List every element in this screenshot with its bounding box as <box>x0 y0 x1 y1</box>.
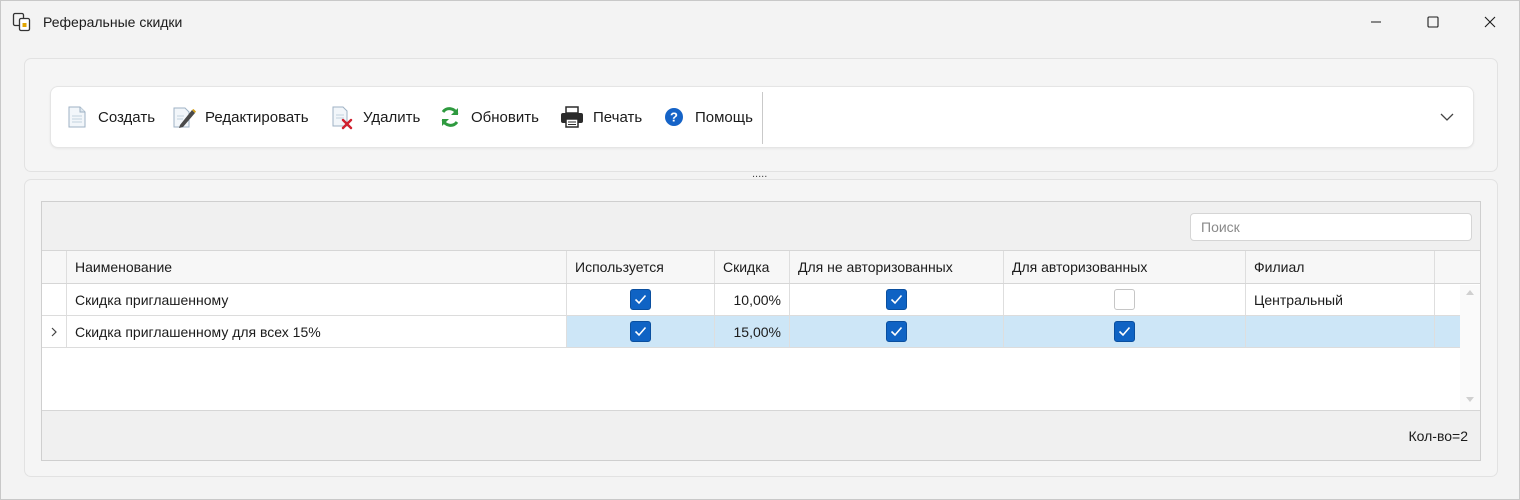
row-count: Кол-во=2 <box>1408 428 1469 444</box>
checkmark-icon <box>1118 326 1131 337</box>
row-filler <box>1435 316 1460 347</box>
unauthorized-checkbox[interactable] <box>886 289 907 310</box>
cell-unauthorized <box>790 284 1004 315</box>
delete-button-label: Удалить <box>363 108 421 126</box>
used-checkbox[interactable] <box>630 321 651 342</box>
new-document-icon <box>64 104 90 130</box>
toolbar-panel: Создать Редактировать Удалить Обновить П… <box>24 58 1498 172</box>
refresh-button-label: Обновить <box>471 108 539 126</box>
delete-button[interactable]: Удалить <box>329 87 420 147</box>
cell-authorized <box>1004 284 1246 315</box>
row-filler <box>1435 284 1460 315</box>
cell-branch: Центральный <box>1246 284 1435 315</box>
cell-unauthorized <box>790 316 1004 347</box>
grid-panel: Наименование Используется Скидка Для не … <box>24 179 1498 477</box>
delete-document-icon <box>329 104 355 130</box>
column-header-used[interactable]: Используется <box>567 251 715 283</box>
grid-footer: Кол-во=2 <box>42 410 1480 460</box>
column-header-authorized[interactable]: Для авторизованных <box>1004 251 1246 283</box>
help-button[interactable]: ? Помощь <box>661 87 753 147</box>
minimize-button[interactable] <box>1353 7 1399 37</box>
checkmark-icon <box>890 294 903 305</box>
refresh-icon <box>437 104 463 130</box>
create-button[interactable]: Создать <box>64 87 155 147</box>
cell-authorized <box>1004 316 1246 347</box>
print-button[interactable]: Печать <box>559 87 642 147</box>
used-checkbox[interactable] <box>630 289 651 310</box>
unauthorized-checkbox[interactable] <box>886 321 907 342</box>
close-button[interactable] <box>1467 7 1513 37</box>
chevron-down-icon[interactable] <box>1439 111 1455 123</box>
checkmark-icon <box>634 294 647 305</box>
cell-discount: 10,00% <box>715 284 790 315</box>
checkmark-icon <box>634 326 647 337</box>
cell-used <box>567 316 715 347</box>
checkmark-icon <box>890 326 903 337</box>
table-row[interactable]: Скидка приглашенному для всех 15% 15,00% <box>42 316 1460 348</box>
scroll-down-icon[interactable] <box>1465 396 1475 404</box>
app-document-icon <box>12 12 31 32</box>
column-header-unauthorized[interactable]: Для не авторизованных <box>790 251 1004 283</box>
print-button-label: Печать <box>593 108 643 126</box>
panel-splitter[interactable]: ..... <box>752 169 767 180</box>
toolbar-separator <box>762 92 763 144</box>
header-filler <box>1435 251 1480 283</box>
window: Реферальные скидки Создать Редактировать… <box>0 0 1520 500</box>
minimize-icon <box>1371 21 1381 23</box>
column-header-name[interactable]: Наименование <box>67 251 567 283</box>
cell-name: Скидка приглашенному для всех 15% <box>67 316 567 347</box>
authorized-checkbox[interactable] <box>1114 289 1135 310</box>
vertical-scrollbar[interactable] <box>1460 285 1480 411</box>
help-icon: ? <box>661 104 687 130</box>
create-button-label: Создать <box>98 108 156 126</box>
title-bar: Реферальные скидки <box>1 1 1519 43</box>
header-indicator <box>42 251 67 283</box>
close-icon <box>1484 16 1496 28</box>
row-indicator <box>42 284 67 315</box>
edit-button-label: Редактировать <box>205 108 309 126</box>
printer-icon <box>559 104 585 130</box>
search-input[interactable] <box>1190 213 1472 241</box>
edit-pencil-icon <box>171 104 197 130</box>
maximize-icon <box>1427 16 1439 28</box>
column-header-branch[interactable]: Филиал <box>1246 251 1435 283</box>
chevron-right-icon <box>51 327 57 336</box>
table-header: Наименование Используется Скидка Для не … <box>42 251 1480 284</box>
column-header-discount[interactable]: Скидка <box>715 251 790 283</box>
table-row[interactable]: Скидка приглашенному 10,00% Центральный <box>42 284 1460 316</box>
edit-button[interactable]: Редактировать <box>171 87 309 147</box>
authorized-checkbox[interactable] <box>1114 321 1135 342</box>
refresh-button[interactable]: Обновить <box>437 87 539 147</box>
row-indicator <box>42 316 67 347</box>
cell-used <box>567 284 715 315</box>
window-title: Реферальные скидки <box>43 14 183 30</box>
maximize-button[interactable] <box>1410 7 1456 37</box>
svg-text:?: ? <box>670 110 678 125</box>
data-grid: Наименование Используется Скидка Для не … <box>41 201 1481 461</box>
grid-search-bar <box>42 202 1480 251</box>
cell-discount: 15,00% <box>715 316 790 347</box>
cell-name: Скидка приглашенному <box>67 284 567 315</box>
scroll-up-icon[interactable] <box>1465 288 1475 296</box>
toolbar: Создать Редактировать Удалить Обновить П… <box>50 86 1474 148</box>
help-button-label: Помощь <box>695 108 753 126</box>
cell-branch <box>1246 316 1435 347</box>
